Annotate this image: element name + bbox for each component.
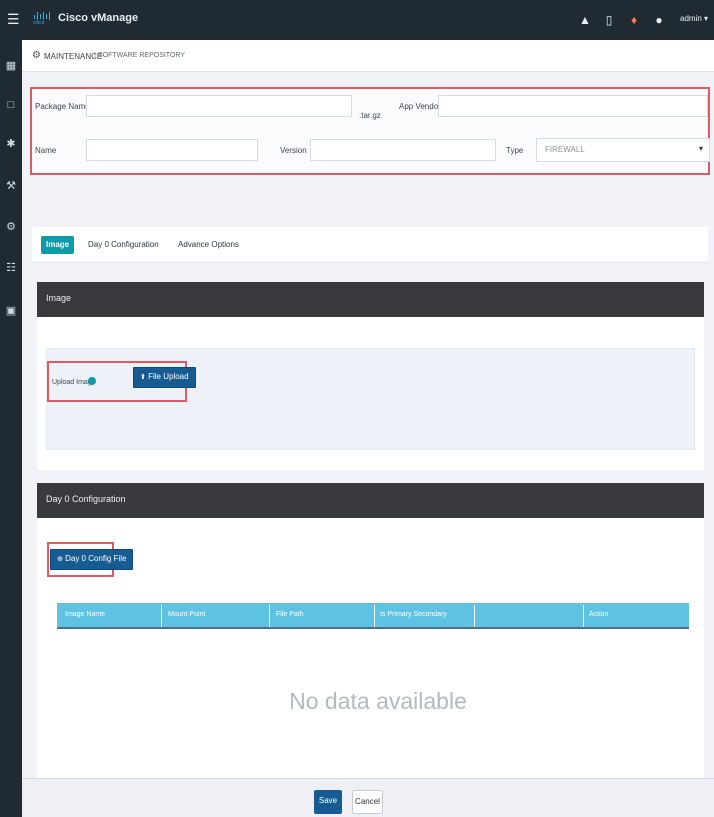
tasks-icon[interactable]: ▯ xyxy=(602,13,616,27)
app-title: Cisco vManage xyxy=(58,12,139,24)
type-value: FIREWALL xyxy=(545,145,585,154)
dashboard-icon[interactable]: ▦ xyxy=(5,60,17,72)
config-table-header: Image Name Mount Point File Path Is Prim… xyxy=(57,603,689,629)
name-input[interactable] xyxy=(86,139,258,161)
name-label: Name xyxy=(35,146,57,155)
column-divider xyxy=(374,605,375,627)
cancel-button[interactable]: Cancel xyxy=(352,790,383,814)
column-divider xyxy=(269,605,270,627)
administration-icon[interactable]: ☷ xyxy=(5,262,17,274)
breadcrumb-page: SOFTWARE REPOSITORY xyxy=(98,52,185,59)
day0-config-file-button[interactable]: ⊕ Day 0 Config File xyxy=(50,549,134,570)
chevron-down-icon: ▾ xyxy=(704,14,709,23)
file-upload-label: File Upload xyxy=(148,372,189,381)
column-divider xyxy=(583,605,584,627)
day0-config-file-label: Day 0 Config File xyxy=(65,554,127,563)
maintenance-icon[interactable]: ⚙ xyxy=(5,221,17,233)
help-icon[interactable]: ● xyxy=(652,13,666,27)
column-divider xyxy=(161,605,162,627)
chevron-down-icon: ▾ xyxy=(698,144,703,153)
package-suffix-label: .tar.gz xyxy=(359,111,381,120)
column-is-primary-secondary: Is Primary Secondary xyxy=(380,611,447,618)
tab-bar: Image Day 0 Configuration Advance Option… xyxy=(32,227,708,263)
tab-day0-configuration[interactable]: Day 0 Configuration xyxy=(88,236,159,254)
tools-icon[interactable]: ⚒ xyxy=(5,180,17,192)
column-file-path: File Path xyxy=(276,611,304,618)
vanalytics-icon[interactable]: ▣ xyxy=(5,305,17,317)
type-select[interactable]: FIREWALL ▾ xyxy=(536,138,710,162)
upload-icon: ⬆ xyxy=(140,374,146,381)
type-label: Type xyxy=(506,146,524,155)
version-label: Version xyxy=(280,146,307,155)
package-name-input[interactable] xyxy=(86,95,352,117)
configuration-icon[interactable]: ✱ xyxy=(5,138,17,150)
tab-advance-options[interactable]: Advance Options xyxy=(178,236,239,254)
left-sidebar: ▦ □ ✱ ⚒ ⚙ ☷ ▣ xyxy=(0,40,22,817)
tab-image[interactable]: Image xyxy=(41,236,75,254)
maintenance-icon: ⚙ xyxy=(32,50,41,61)
notifications-icon[interactable]: ♦ xyxy=(627,13,641,27)
footer-bar: Save Cancel xyxy=(22,778,714,817)
logo-text: cisco xyxy=(33,20,45,26)
user-menu[interactable]: admin ▾ xyxy=(680,14,708,23)
column-divider xyxy=(474,605,475,627)
save-button[interactable]: Save xyxy=(314,790,342,814)
column-action: Action xyxy=(589,611,609,618)
main-content: ⚙ MAINTENANCE | SOFTWARE REPOSITORY Pack… xyxy=(22,40,714,778)
column-mount-point: Mount Point xyxy=(168,611,206,618)
empty-table-message: No data available xyxy=(289,688,467,714)
day0-section: Day 0 Configuration ⊕ Day 0 Config File xyxy=(37,483,704,778)
file-upload-button[interactable]: ⬆ File Upload xyxy=(133,367,196,388)
day0-section-header: Day 0 Configuration xyxy=(37,483,704,518)
top-navigation-bar: ☰ cisco Cisco vManage ▲ ▯ ♦ ● admin ▾ xyxy=(0,0,714,40)
column-image-name: Image Name xyxy=(65,611,106,618)
monitor-icon[interactable]: □ xyxy=(5,99,17,111)
menu-icon[interactable]: ☰ xyxy=(7,11,20,27)
app-vendor-label: App Vendor xyxy=(399,102,441,111)
package-form: Package Name .tar.gz App Vendor Name Ver… xyxy=(30,87,710,175)
info-icon xyxy=(88,377,96,385)
breadcrumb: ⚙ MAINTENANCE | SOFTWARE REPOSITORY xyxy=(22,40,714,72)
alert-icon[interactable]: ▲ xyxy=(578,13,592,27)
package-name-label: Package Name xyxy=(35,102,90,111)
image-section-header: Image xyxy=(37,282,704,317)
user-label: admin xyxy=(680,14,702,23)
app-vendor-input[interactable] xyxy=(438,95,708,117)
image-section: Image Upload Image ⬆ File Upload xyxy=(37,282,704,470)
cisco-logo: cisco xyxy=(33,11,53,27)
version-input[interactable] xyxy=(310,139,496,161)
plus-icon: ⊕ xyxy=(57,556,63,563)
breadcrumb-separator: | xyxy=(94,51,97,60)
